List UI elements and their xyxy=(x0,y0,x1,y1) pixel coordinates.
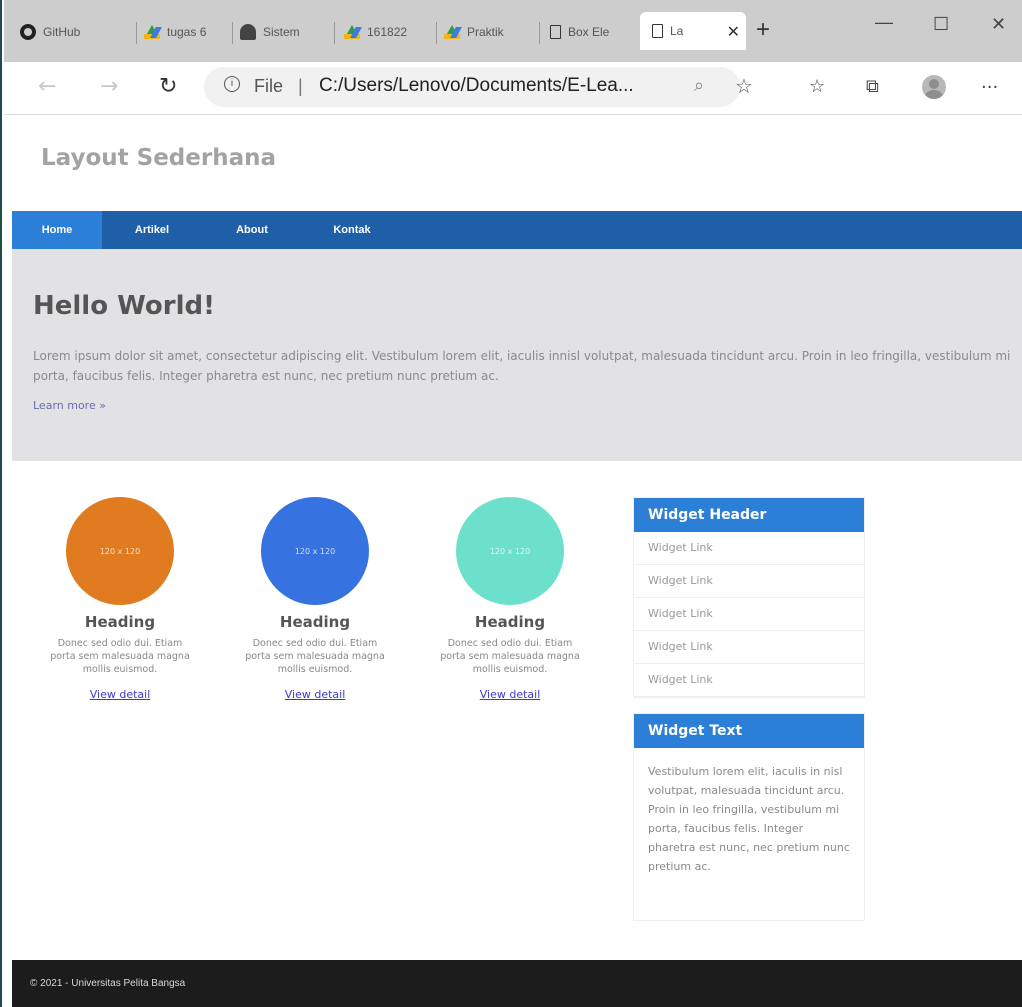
card-text: Donec sed odio dui. Etiam porta sem male… xyxy=(440,638,580,675)
tab-separator xyxy=(539,22,540,44)
tab-active[interactable]: La ✕ xyxy=(640,12,746,50)
more-menu-icon[interactable]: ··· xyxy=(981,77,998,98)
card-image: 120 x 120 xyxy=(261,497,369,605)
nav-artikel[interactable]: Artikel xyxy=(102,211,202,249)
tab-github[interactable]: GitHub xyxy=(20,14,118,50)
github-icon xyxy=(20,24,36,40)
tab-separator xyxy=(232,22,233,44)
address-separator: | xyxy=(298,76,303,96)
card-image: 120 x 120 xyxy=(456,497,564,605)
profile-avatar[interactable] xyxy=(922,75,946,99)
close-window-button[interactable]: ✕ xyxy=(991,14,1006,35)
collections-icon[interactable]: ⧉ xyxy=(866,76,879,97)
favorite-star-icon[interactable]: ☆ xyxy=(735,74,753,98)
tab-box-ele[interactable]: Box Ele xyxy=(550,14,636,50)
card-1: 120 x 120 Heading Donec sed odio dui. Et… xyxy=(40,495,200,702)
refresh-icon[interactable]: ↻ xyxy=(159,75,177,99)
url-text[interactable]: C:/Users/Lenovo/Documents/E-Lea... xyxy=(319,75,634,97)
forward-icon[interactable]: → xyxy=(100,75,118,99)
card-2: 120 x 120 Heading Donec sed odio dui. Et… xyxy=(235,495,395,702)
hero-section: Hello World! Lorem ipsum dolor sit amet,… xyxy=(12,249,1022,461)
google-drive-icon xyxy=(444,25,460,39)
google-drive-icon xyxy=(144,25,160,39)
widget-header: Widget Header xyxy=(634,498,864,532)
card-heading: Heading xyxy=(84,613,156,631)
footer: © 2021 - Universitas Pelita Bangsa xyxy=(12,960,1022,1007)
site-title: Layout Sederhana xyxy=(41,145,276,171)
zoom-icon[interactable]: ⌕ xyxy=(694,75,704,96)
widget-link[interactable]: Widget Link xyxy=(634,598,864,631)
tab-bar: GitHub tugas 6 Sistem 161822 Praktik Box… xyxy=(4,0,1022,62)
widget-link[interactable]: Widget Link xyxy=(634,664,864,697)
main-nav: Home Artikel About Kontak xyxy=(12,211,1022,249)
page-icon xyxy=(550,25,561,39)
hero-text: Lorem ipsum dolor sit amet, consectetur … xyxy=(33,349,1011,383)
google-drive-icon xyxy=(344,25,360,39)
info-icon[interactable]: i xyxy=(224,76,240,92)
view-detail-link[interactable]: View detail xyxy=(90,688,151,701)
tab-label: La xyxy=(670,24,684,38)
card-text: Donec sed odio dui. Etiam porta sem male… xyxy=(245,638,385,675)
web-page: Layout Sederhana Home Artikel About Kont… xyxy=(4,115,1022,1007)
widget-links: Widget Header Widget Link Widget Link Wi… xyxy=(634,498,864,697)
view-detail-link[interactable]: View detail xyxy=(480,688,541,701)
widget-text-body: Vestibulum lorem elit, iaculis in nisl v… xyxy=(648,765,850,873)
tab-161822[interactable]: 161822 xyxy=(344,14,430,50)
card-heading: Heading xyxy=(474,613,546,631)
widget-text: Widget Text Vestibulum lorem elit, iacul… xyxy=(634,714,864,920)
toolbar: ← → ↻ i File | C:/Users/Lenovo/Documents… xyxy=(4,62,1022,115)
learn-more-link[interactable]: Learn more » xyxy=(33,399,106,412)
browser-window: GitHub tugas 6 Sistem 161822 Praktik Box… xyxy=(0,0,1022,1007)
nav-about[interactable]: About xyxy=(202,211,302,249)
tab-tugas[interactable]: tugas 6 xyxy=(144,14,228,50)
widget-link[interactable]: Widget Link xyxy=(634,565,864,598)
hat-icon xyxy=(240,24,256,40)
tab-separator xyxy=(334,22,335,44)
hero-heading: Hello World! xyxy=(33,291,215,321)
nav-home[interactable]: Home xyxy=(12,211,102,249)
close-tab-icon[interactable]: ✕ xyxy=(727,22,740,42)
new-tab-button[interactable]: + xyxy=(756,18,770,42)
tab-label: Box Ele xyxy=(568,25,610,39)
card-heading: Heading xyxy=(279,613,351,631)
tab-label: 161822 xyxy=(367,25,408,39)
tab-label: Sistem xyxy=(263,25,300,39)
card-3: 120 x 120 Heading Donec sed odio dui. Et… xyxy=(430,495,590,702)
tab-separator xyxy=(436,22,437,44)
tab-label: GitHub xyxy=(43,25,81,39)
page-icon xyxy=(652,24,663,38)
minimize-button[interactable]: — xyxy=(875,12,893,33)
widget-text-header: Widget Text xyxy=(634,714,864,748)
address-bar[interactable]: i File | C:/Users/Lenovo/Documents/E-Lea… xyxy=(204,67,753,107)
widget-link[interactable]: Widget Link xyxy=(634,631,864,664)
card-image: 120 x 120 xyxy=(66,497,174,605)
favorites-icon[interactable]: ☆ xyxy=(809,76,825,97)
maximize-button[interactable]: ☐ xyxy=(933,14,949,35)
tab-sistem[interactable]: Sistem xyxy=(240,14,326,50)
scheme-label: File xyxy=(254,76,284,96)
view-detail-link[interactable]: View detail xyxy=(285,688,346,701)
tab-praktik[interactable]: Praktik xyxy=(444,14,532,50)
tab-separator xyxy=(136,22,137,44)
widget-link[interactable]: Widget Link xyxy=(634,532,864,565)
back-icon[interactable]: ← xyxy=(38,75,56,99)
tab-label: tugas 6 xyxy=(167,25,207,39)
nav-kontak[interactable]: Kontak xyxy=(302,211,402,249)
card-text: Donec sed odio dui. Etiam porta sem male… xyxy=(50,638,190,675)
tab-label: Praktik xyxy=(467,25,504,39)
